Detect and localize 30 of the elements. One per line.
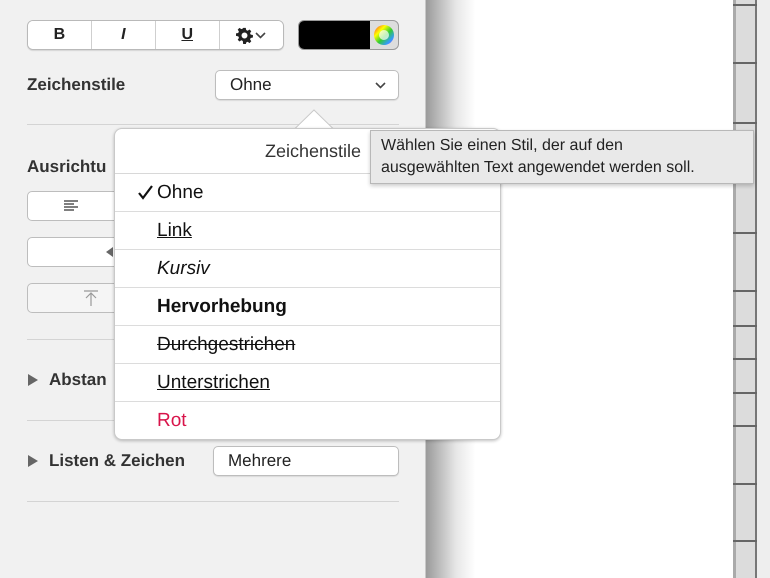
section-label: Listen & Zeichen: [49, 451, 186, 471]
style-menu-item[interactable]: Durchgestrichen: [115, 326, 500, 364]
color-well[interactable]: [298, 20, 399, 50]
color-swatch: [298, 21, 370, 49]
style-menu-item[interactable]: Rot: [115, 402, 500, 439]
list-style-popup[interactable]: Mehrere: [213, 446, 399, 476]
checkmark-icon: [138, 185, 153, 200]
align-left-icon: [64, 200, 78, 212]
tooltip-text: Wählen Sie einen Stil, der auf den: [381, 136, 624, 156]
disclosure-closed-icon[interactable]: [27, 374, 39, 386]
underline-button[interactable]: U: [154, 21, 219, 49]
character-style-popup[interactable]: Ohne: [215, 70, 399, 100]
chevron-down-icon: [375, 82, 386, 88]
style-menu-item[interactable]: Kursiv: [115, 250, 500, 288]
bold-button[interactable]: B: [28, 21, 91, 49]
style-menu-item[interactable]: Unterstrichen: [115, 364, 500, 402]
gear-icon: [236, 26, 254, 44]
align-top-icon: [84, 290, 98, 306]
style-menu-item[interactable]: Link: [115, 212, 500, 250]
character-style-label: Zeichenstile: [27, 75, 126, 95]
alignment-label: Ausrichtu: [27, 157, 106, 176]
section-label: Abstan: [49, 370, 107, 390]
color-wheel-icon: [373, 24, 395, 46]
popover-title: Zeichenstile: [264, 140, 361, 162]
italic-button[interactable]: I: [90, 21, 155, 49]
style-menu-item[interactable]: Hervorhebung: [115, 288, 500, 326]
left-arrow-icon: [106, 247, 113, 257]
chevron-down-icon: [255, 32, 266, 38]
disclosure-closed-icon[interactable]: [27, 455, 39, 467]
action-menu-button[interactable]: [218, 21, 283, 49]
